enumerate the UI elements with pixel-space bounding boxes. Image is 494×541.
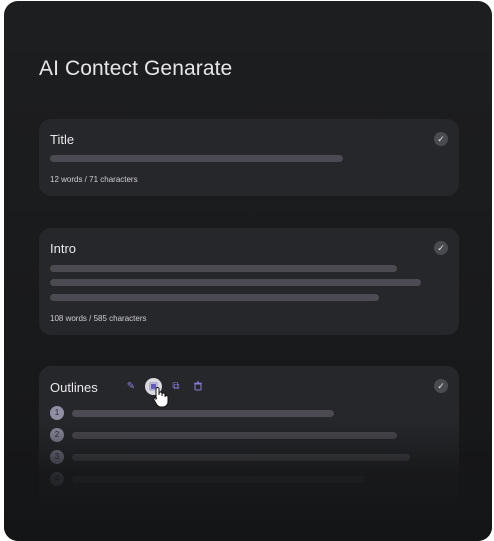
outline-number: 4 — [50, 472, 64, 486]
outline-placeholder-bar — [72, 432, 397, 439]
title-card[interactable]: Title ✓ 12 words / 71 characters — [39, 119, 459, 196]
copy-icon[interactable]: ⧉ — [168, 378, 184, 394]
check-icon[interactable]: ✓ — [434, 132, 448, 146]
outline-placeholder-bar — [72, 410, 334, 417]
intro-placeholder-bar — [50, 279, 421, 286]
title-placeholder-bar — [50, 155, 343, 162]
check-icon[interactable]: ✓ — [434, 241, 448, 255]
intro-card-label: Intro — [50, 241, 77, 256]
trash-icon[interactable] — [190, 378, 206, 394]
outline-placeholder-bar — [72, 476, 365, 483]
outlines-card[interactable]: Outlines ✎ ▣ ⧉ ✓ 1 2 3 4 — [39, 366, 459, 506]
outline-number: 3 — [50, 450, 64, 464]
content-generator-panel: AI Contect Genarate Title ✓ 12 words / 7… — [4, 1, 492, 541]
check-icon[interactable]: ✓ — [434, 379, 448, 393]
pencil-icon[interactable]: ✎ — [123, 378, 139, 394]
outline-number: 1 — [50, 406, 64, 420]
intro-placeholder-bar — [50, 265, 397, 272]
outline-placeholder-bar — [72, 454, 410, 461]
title-card-label: Title — [50, 132, 75, 147]
intro-word-count: 108 words / 585 characters — [50, 314, 147, 323]
outline-number: 2 — [50, 428, 64, 442]
page-title: AI Contect Genarate — [39, 57, 233, 80]
hand-cursor-icon — [152, 386, 170, 413]
intro-placeholder-bar — [50, 294, 379, 301]
title-word-count: 12 words / 71 characters — [50, 175, 138, 184]
intro-card[interactable]: Intro ✓ 108 words / 585 characters — [39, 228, 459, 335]
outlines-card-label: Outlines — [50, 380, 98, 395]
